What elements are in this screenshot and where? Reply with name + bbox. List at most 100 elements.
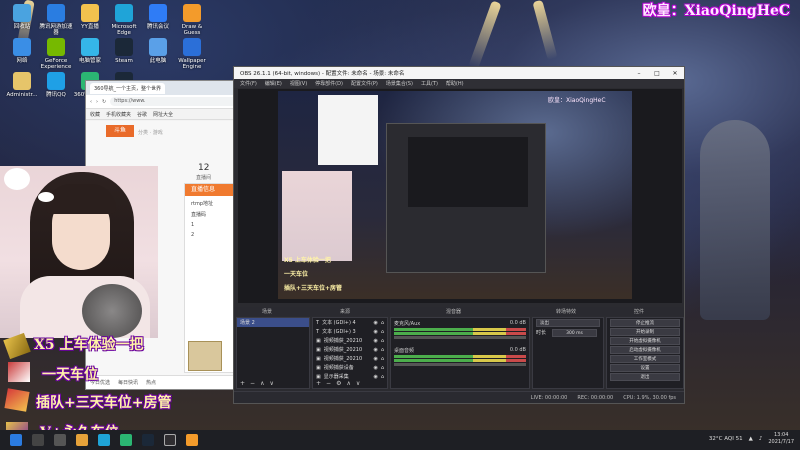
desktop-icon[interactable]: 网络 bbox=[4, 38, 40, 64]
menu-edit[interactable]: 编辑(E) bbox=[265, 80, 282, 87]
edge-icon[interactable] bbox=[98, 434, 110, 446]
forward-icon[interactable]: › bbox=[96, 99, 98, 105]
gift-card[interactable] bbox=[188, 341, 222, 371]
desktop-icon[interactable]: 腾讯QQ bbox=[38, 72, 74, 98]
browser-address-bar: ‹ › ↻ https://www. bbox=[86, 95, 249, 109]
bookmark-item[interactable]: 网址大全 bbox=[153, 111, 173, 118]
visibility-icon[interactable]: ◉ bbox=[373, 356, 377, 362]
desktop-icon[interactable]: Steam bbox=[106, 38, 142, 64]
transition-select[interactable]: 淡出 bbox=[536, 319, 600, 327]
lock-icon[interactable]: ⌂ bbox=[381, 365, 384, 371]
desktop-icon[interactable]: Draw & Guess bbox=[174, 4, 210, 36]
desktop-icon[interactable]: Microsoft Edge bbox=[106, 4, 142, 36]
weather-widget[interactable]: 32°C AQI 51 bbox=[709, 436, 743, 442]
browser-tab[interactable]: 360导航_一个主页，整个世界 bbox=[90, 82, 166, 94]
site-nav[interactable]: 分类 · 游戏 bbox=[138, 129, 163, 136]
desktop-icon[interactable]: 腾讯网游加速器 bbox=[38, 4, 74, 36]
duration-input[interactable]: 300 ms bbox=[552, 328, 597, 337]
visibility-icon[interactable]: ◉ bbox=[373, 365, 377, 371]
remove-source-button[interactable]: − bbox=[326, 380, 331, 387]
menu-docks[interactable]: 停靠部件(D) bbox=[315, 80, 343, 87]
source-item[interactable]: ▣ 视频捕获_20210 ◉ ⌂ bbox=[313, 345, 387, 354]
volume-slider[interactable] bbox=[394, 336, 526, 339]
lock-icon[interactable]: ⌂ bbox=[381, 329, 384, 335]
move-up-button[interactable]: ∧ bbox=[346, 380, 350, 387]
obs-preview[interactable]: 欧皇：XiaoQingHeC X5 上车体验一把 一天车位 插队+三天车位+房管 bbox=[238, 89, 682, 303]
volume-slider[interactable] bbox=[394, 363, 526, 366]
desktop-icon[interactable]: Wallpaper Engine bbox=[174, 38, 210, 70]
desktop-icon[interactable]: GeForce Experience bbox=[38, 38, 74, 70]
source-item[interactable]: T 文本 (GDI+) 4 ◉ ⌂ bbox=[313, 318, 387, 327]
move-up-button[interactable]: ∧ bbox=[260, 380, 264, 387]
app-icon bbox=[183, 38, 201, 56]
remove-scene-button[interactable]: − bbox=[250, 380, 255, 387]
task-view-icon[interactable] bbox=[54, 434, 66, 446]
desktop-icon[interactable]: Administr... bbox=[4, 72, 40, 98]
menu-tools[interactable]: 工具(T) bbox=[421, 80, 438, 87]
maximize-button[interactable]: □ bbox=[648, 70, 666, 77]
control-button[interactable]: 开始录制 bbox=[610, 328, 680, 336]
menu-profile[interactable]: 配置文件(P) bbox=[351, 80, 378, 87]
back-icon[interactable]: ‹ bbox=[90, 99, 92, 105]
transitions-dock-title: 转场特效 bbox=[556, 309, 577, 315]
add-source-button[interactable]: + bbox=[316, 380, 321, 387]
minimize-button[interactable]: – bbox=[630, 70, 648, 77]
site-logo[interactable]: 斗鱼 bbox=[106, 125, 134, 137]
control-button[interactable]: 设置 bbox=[610, 364, 680, 372]
lock-icon[interactable]: ⌂ bbox=[381, 356, 384, 362]
source-item[interactable]: T 文本 (GDI+) 3 ◉ ⌂ bbox=[313, 327, 387, 336]
gear-icon[interactable]: ⚙ bbox=[336, 380, 341, 387]
bookmark-item[interactable]: 谷歌 bbox=[137, 111, 147, 118]
lock-icon[interactable]: ⌂ bbox=[381, 320, 384, 326]
start-icon[interactable] bbox=[10, 434, 22, 446]
app-icon bbox=[81, 4, 99, 22]
lock-icon[interactable]: ⌂ bbox=[381, 347, 384, 353]
visibility-icon[interactable]: ◉ bbox=[373, 347, 377, 353]
source-item[interactable]: ▣ 视频捕获设备 ◉ ⌂ bbox=[313, 363, 387, 372]
desktop-icon[interactable]: YY直播 bbox=[72, 4, 108, 30]
control-button[interactable]: 停止推流 bbox=[610, 319, 680, 327]
obs-icon[interactable] bbox=[164, 434, 176, 446]
file-explorer-icon[interactable] bbox=[76, 434, 88, 446]
volume-icon[interactable]: ♪ bbox=[759, 436, 763, 442]
app-icon[interactable] bbox=[186, 434, 198, 446]
scene-item[interactable]: 场景 2 bbox=[237, 318, 309, 327]
control-button[interactable]: 开始虚拟摄像机 bbox=[610, 337, 680, 345]
desktop-icon[interactable]: 电脑管家 bbox=[72, 38, 108, 64]
desktop-icon[interactable]: 腾讯会议 bbox=[140, 4, 176, 30]
source-item[interactable]: ▣ 视频捕获_20210 ◉ ⌂ bbox=[313, 336, 387, 345]
search-icon[interactable] bbox=[32, 434, 44, 446]
source-item[interactable]: ▣ 视频捕获_20210 ◉ ⌂ bbox=[313, 354, 387, 363]
add-scene-button[interactable]: + bbox=[240, 380, 245, 387]
control-button[interactable]: 启动虚拟摄像机 bbox=[610, 346, 680, 354]
network-icon[interactable]: ▲ bbox=[749, 436, 753, 442]
close-button[interactable]: ✕ bbox=[666, 70, 684, 77]
move-down-button[interactable]: ∨ bbox=[269, 380, 273, 387]
refresh-icon[interactable]: ↻ bbox=[102, 99, 106, 105]
url-input[interactable]: https://www. bbox=[110, 97, 245, 106]
clock[interactable]: 13:04 2021/7/17 bbox=[768, 432, 794, 446]
menu-help[interactable]: 帮助(H) bbox=[446, 80, 464, 87]
preview-canvas: 欧皇：XiaoQingHeC X5 上车体验一把 一天车位 插队+三天车位+房管 bbox=[278, 91, 632, 299]
steam-icon[interactable] bbox=[142, 434, 154, 446]
obs-window[interactable]: OBS 26.1.1 (64-bit, windows) - 配置文件: 未命名… bbox=[233, 66, 685, 404]
status-link[interactable]: 每日快讯 bbox=[118, 379, 138, 386]
desktop-icon[interactable]: 此电脑 bbox=[140, 38, 176, 64]
background-person bbox=[700, 120, 770, 320]
taskbar: 32°C AQI 51 ▲ ♪ 13:04 2021/7/17 bbox=[0, 430, 800, 450]
bookmark-item[interactable]: 手机收藏夹 bbox=[106, 111, 131, 118]
browser-icon[interactable] bbox=[120, 434, 132, 446]
menu-scene-collection[interactable]: 场景集合(S) bbox=[386, 80, 413, 87]
status-link[interactable]: 热点 bbox=[146, 379, 156, 386]
control-button[interactable]: 工作室模式 bbox=[610, 355, 680, 363]
control-button[interactable]: 退出 bbox=[610, 373, 680, 381]
menu-file[interactable]: 文件(F) bbox=[240, 80, 257, 87]
visibility-icon[interactable]: ◉ bbox=[373, 338, 377, 344]
bookmark-item[interactable]: 收藏 bbox=[90, 111, 100, 118]
desktop-icon[interactable]: 回收站 bbox=[4, 4, 40, 30]
lock-icon[interactable]: ⌂ bbox=[381, 338, 384, 344]
visibility-icon[interactable]: ◉ bbox=[373, 329, 377, 335]
menu-view[interactable]: 视图(V) bbox=[290, 80, 307, 87]
visibility-icon[interactable]: ◉ bbox=[373, 320, 377, 326]
move-down-button[interactable]: ∨ bbox=[356, 380, 360, 387]
